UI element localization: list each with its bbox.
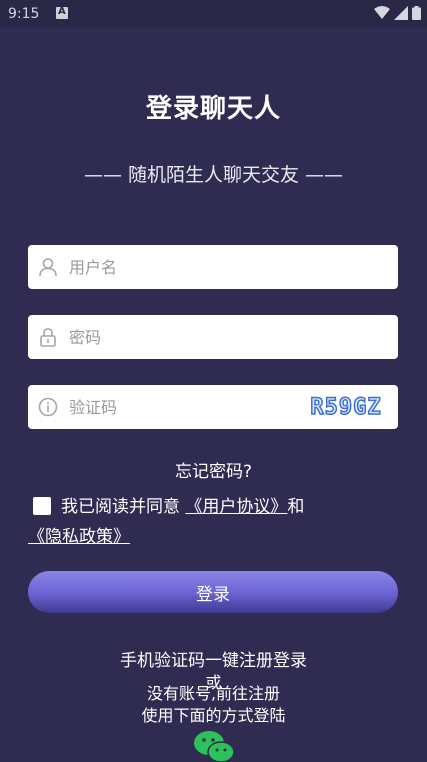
captcha-field[interactable]: R59GZ	[28, 385, 398, 429]
username-field[interactable]	[28, 245, 398, 289]
login-button[interactable]: 登录	[28, 571, 398, 613]
captcha-image[interactable]: R59GZ	[302, 393, 390, 421]
agree-prefix: 我已阅读并同意	[61, 497, 186, 517]
status-bar: 9:15	[0, 0, 427, 28]
sms-login-link[interactable]: 手机验证码一键注册登录	[0, 646, 427, 671]
lock-icon	[37, 326, 59, 348]
captcha-input[interactable]	[67, 396, 291, 418]
register-link[interactable]: 没有账号,前往注册	[0, 680, 427, 704]
user-agreement-link[interactable]: 《用户协议》	[185, 497, 287, 517]
page-subtitle: —— 随机陌生人聊天交友 ——	[83, 164, 344, 186]
privacy-policy-link[interactable]: 《隐私政策》	[28, 527, 130, 547]
password-field[interactable]	[28, 315, 398, 359]
agreement-row: 我已阅读并同意 《用户协议》和《隐私政策》	[28, 492, 403, 552]
agree-and: 和	[287, 497, 305, 517]
page-title: 登录聊天人	[145, 94, 281, 124]
agree-checkbox[interactable]	[33, 497, 51, 515]
wechat-icon[interactable]	[193, 730, 235, 762]
signal-icon	[394, 6, 408, 20]
captcha-text: R59GZ	[310, 394, 382, 421]
battery-icon	[412, 6, 421, 20]
forgot-password-link[interactable]: 忘记密码?	[0, 457, 427, 482]
wifi-icon	[374, 6, 390, 19]
status-icons	[374, 6, 421, 20]
status-time: 9:15	[8, 6, 40, 22]
other-login-label: 使用下面的方式登陆	[141, 706, 286, 725]
username-input[interactable]	[67, 256, 291, 278]
password-input[interactable]	[67, 326, 291, 348]
user-icon	[37, 256, 59, 278]
info-icon	[37, 396, 59, 418]
notification-a-icon	[56, 6, 68, 19]
